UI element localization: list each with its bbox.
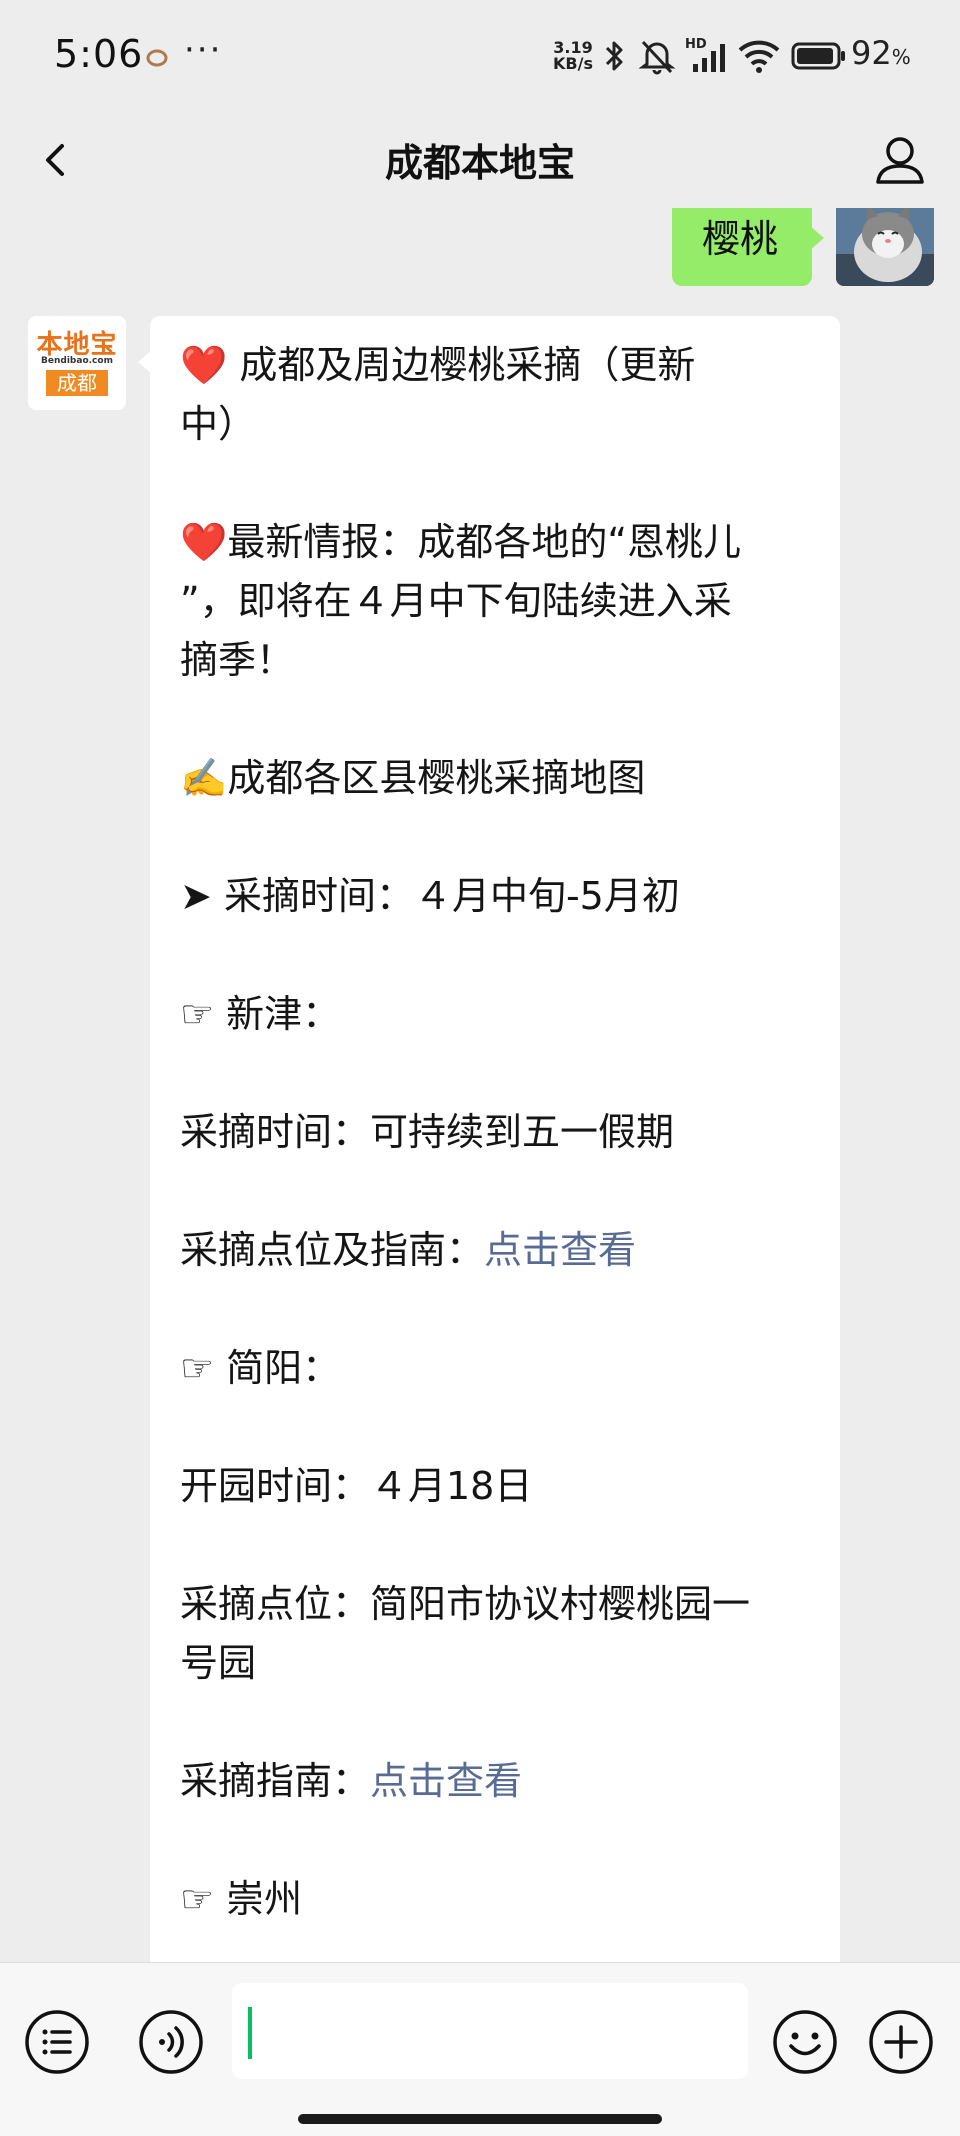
battery-icon: [791, 42, 845, 70]
user-avatar[interactable]: [836, 208, 934, 286]
chat-area[interactable]: 樱桃 本地宝 Bendibao.com 成都 ❤️ 成都及周边樱桃采摘（更新 中…: [0, 208, 960, 1962]
voice-icon: [139, 2010, 203, 2074]
outgoing-message: 樱桃: [634, 208, 934, 298]
jianyang-heading: ☞ 简阳：: [180, 1339, 812, 1398]
page-title: 成都本地宝: [384, 141, 575, 185]
battery-percent: 92: [851, 34, 892, 72]
jianyang-guide-link[interactable]: 点击查看: [370, 1759, 522, 1803]
plus-icon: [869, 2010, 933, 2074]
person-icon: [876, 137, 924, 184]
jianyang-open: 开园时间：４月18日: [180, 1464, 533, 1508]
map-line: ✍️成都各区县樱桃采摘地图: [180, 749, 812, 808]
pointing-hand-icon: ☞: [180, 992, 215, 1036]
nav-header: 成都本地宝: [0, 112, 960, 208]
news-line-1: ❤️最新情报：成都各地的“恩桃儿: [180, 513, 812, 572]
jianyang-spot-2: 号园: [180, 1641, 257, 1685]
xinjin-guide-line: 采摘点位及指南：点击查看: [180, 1221, 812, 1280]
message-input[interactable]: [232, 1983, 748, 2079]
wifi-icon: [738, 40, 780, 73]
arrow-icon: ➤: [180, 874, 212, 918]
cat-avatar-image: [836, 208, 934, 286]
xinjin-guide-label: 采摘点位及指南：: [180, 1228, 485, 1272]
bot-avatar[interactable]: 本地宝 Bendibao.com 成都: [28, 316, 126, 410]
svg-text:HD: HD: [685, 37, 707, 52]
xinjin-heading: ☞ 新津：: [180, 985, 812, 1044]
emoji-icon: [773, 2010, 837, 2074]
input-bar: [0, 1962, 960, 2136]
logo-city-text: 成都: [46, 370, 108, 396]
plus-button[interactable]: [868, 2009, 934, 2075]
home-indicator[interactable]: [298, 2114, 662, 2124]
news-text-1: 最新情报：成都各地的“恩桃儿: [227, 520, 742, 564]
voice-button[interactable]: [138, 2009, 204, 2075]
message-title: ❤️ 成都及周边樱桃采摘（更新: [180, 336, 812, 395]
jianyang-text: 简阳：: [226, 1346, 341, 1390]
xinjin-guide-link[interactable]: 点击查看: [484, 1228, 636, 1272]
writing-hand-icon: ✍️: [180, 756, 228, 800]
mute-icon: [638, 40, 676, 75]
hd-signal-icon: HD: [685, 37, 725, 72]
jianyang-guide-line: 采摘指南：点击查看: [180, 1752, 812, 1811]
user-message-bubble[interactable]: 樱桃: [672, 208, 824, 286]
xinjin-text: 新津：: [226, 992, 341, 1036]
notification-icon: [146, 49, 168, 67]
season-text: 采摘时间：４月中旬-5月初: [223, 874, 680, 918]
status-bar: 5:06 ··· 3.19 KB/s HD 92%: [0, 0, 960, 112]
status-time: 5:06: [54, 32, 144, 76]
status-more-icon: ···: [184, 30, 223, 70]
map-text: 成都各区县樱桃采摘地图: [227, 756, 646, 800]
heart-icon: ❤️: [180, 343, 228, 387]
jianyang-spot-1: 采摘点位：简阳市协议村樱桃园一: [180, 1582, 751, 1626]
pointing-hand-icon: ☞: [180, 1346, 215, 1390]
profile-button[interactable]: [868, 128, 932, 192]
xinjin-time: 采摘时间：可持续到五一假期: [180, 1110, 675, 1154]
logo-domain-text: Bendibao.com: [41, 356, 113, 366]
title-line-2: 中）: [180, 402, 257, 446]
jianyang-guide-label: 采摘指南：: [180, 1759, 371, 1803]
title-line-1: 成都及周边樱桃采摘（更新: [239, 343, 696, 387]
text-cursor: [248, 2007, 252, 2059]
bluetooth-icon: [605, 41, 623, 71]
pointing-hand-icon: ☞: [180, 1877, 215, 1921]
battery-unit: %: [891, 45, 911, 69]
news-line-3: 摘季！: [180, 638, 295, 682]
bot-message-bubble[interactable]: ❤️ 成都及周边樱桃采摘（更新 中） ❤️最新情报：成都各地的“恩桃儿 ”，即将…: [138, 316, 840, 1962]
list-icon: [25, 2010, 89, 2074]
heart-icon: ❤️: [180, 520, 228, 564]
menu-button[interactable]: [24, 2009, 90, 2075]
net-speed-unit: KB/s: [553, 54, 593, 73]
season-line: ➤ 采摘时间：４月中旬-5月初: [180, 867, 812, 926]
news-line-2: ”，即将在４月中下旬陆续进入采: [180, 579, 732, 623]
chongzhou-text: 崇州: [226, 1877, 303, 1921]
chongzhou-heading: ☞ 崇州: [180, 1870, 812, 1929]
status-indicators: 3.19 KB/s HD 92%: [545, 30, 925, 80]
emoji-button[interactable]: [772, 2009, 838, 2075]
